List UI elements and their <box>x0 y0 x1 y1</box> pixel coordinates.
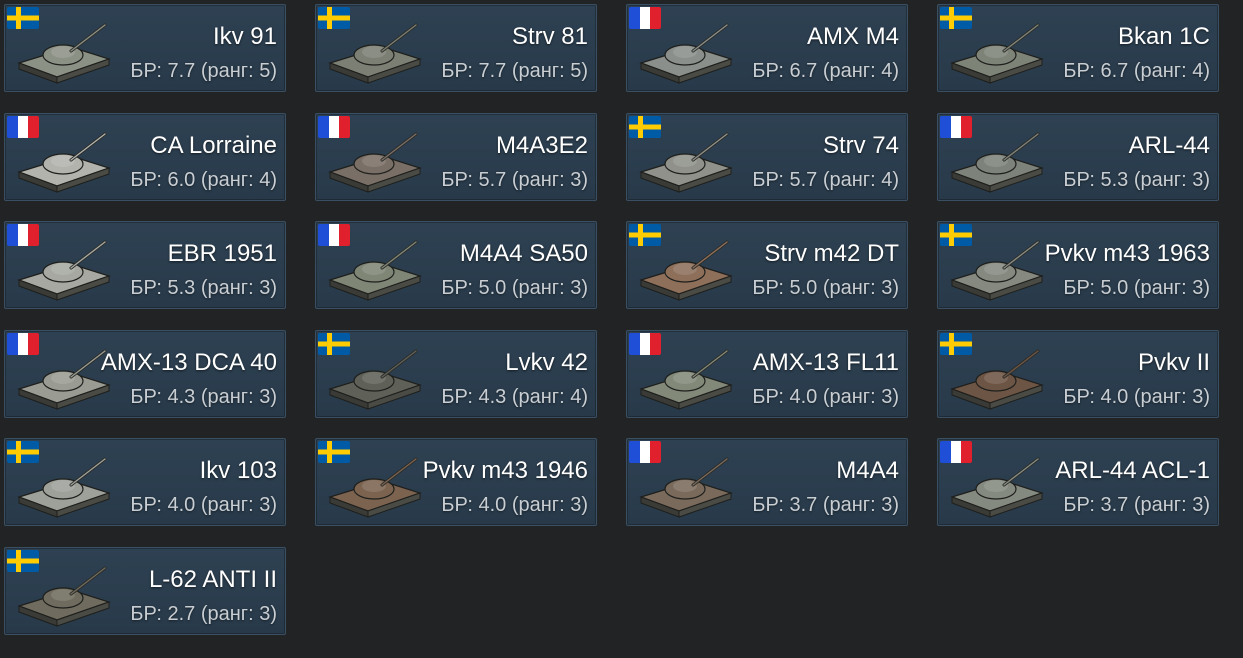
sweden-flag-icon <box>7 549 39 572</box>
vehicle-card[interactable]: M4A3E2 БР: 5.7 (ранг: 3) <box>315 112 597 201</box>
vehicle-card[interactable]: M4A4 БР: 3.7 (ранг: 3) <box>626 438 908 526</box>
vehicle-battle-rating: БР: 5.7 (ранг: 3) <box>441 168 588 191</box>
vehicle-name: M4A4 <box>836 457 899 484</box>
vehicle-name: Pvkv m43 1963 <box>1044 240 1210 267</box>
sweden-flag-icon <box>318 7 350 29</box>
vehicle-name: Pvkv II <box>1137 348 1210 376</box>
vehicle-name: AMX-13 FL11 <box>752 348 899 376</box>
vehicle-name: Strv 74 <box>822 131 899 159</box>
vehicle-battle-rating: БР: 4.0 (ранг: 3) <box>130 494 277 516</box>
vehicle-battle-rating: БР: 7.7 (ранг: 5) <box>130 60 277 82</box>
vehicle-battle-rating: БР: 5.3 (ранг: 3) <box>130 277 277 299</box>
vehicle-card[interactable]: Ikv 103 БР: 4.0 (ранг: 3) <box>4 438 286 526</box>
vehicle-battle-rating: БР: 6.0 (ранг: 4) <box>130 168 277 191</box>
vehicle-battle-rating: БР: 3.7 (ранг: 3) <box>1063 494 1210 516</box>
sweden-flag-icon <box>940 224 972 246</box>
vehicle-name: Bkan 1C <box>1117 23 1210 50</box>
vehicle-name: Strv m42 DT <box>764 240 899 267</box>
vehicle-battle-rating: БР: 7.7 (ранг: 5) <box>441 60 588 82</box>
vehicle-battle-rating: БР: 4.3 (ранг: 4) <box>441 385 588 408</box>
vehicle-name: Ikv 103 <box>199 457 277 484</box>
vehicle-card[interactable]: Strv 81 БР: 7.7 (ранг: 5) <box>315 4 597 92</box>
france-flag-icon <box>629 332 661 355</box>
sweden-flag-icon <box>940 7 972 29</box>
vehicle-card[interactable]: Lvkv 42 БР: 4.3 (ранг: 4) <box>315 329 597 418</box>
vehicle-card[interactable]: Bkan 1C БР: 6.7 (ранг: 4) <box>937 4 1219 92</box>
vehicle-card[interactable]: ARL-44 БР: 5.3 (ранг: 3) <box>937 112 1219 201</box>
vehicle-battle-rating: БР: 5.3 (ранг: 3) <box>1063 168 1210 191</box>
vehicle-name: AMX-13 DCA 40 <box>100 348 277 376</box>
france-flag-icon <box>629 7 661 29</box>
sweden-flag-icon <box>318 441 350 463</box>
france-flag-icon <box>7 115 39 138</box>
vehicle-card[interactable]: Strv 74 БР: 5.7 (ранг: 4) <box>626 112 908 201</box>
vehicle-battle-rating: БР: 5.0 (ранг: 3) <box>752 277 899 299</box>
vehicle-grid: Ikv 91 БР: 7.7 (ранг: 5) Strv 81 БР: 7.7 (р… <box>4 4 1243 658</box>
vehicle-battle-rating: БР: 4.0 (ранг: 3) <box>752 385 899 408</box>
sweden-flag-icon <box>940 332 972 355</box>
sweden-flag-icon <box>629 115 661 138</box>
vehicle-card[interactable]: Ikv 91 БР: 7.7 (ранг: 5) <box>4 4 286 92</box>
vehicle-card[interactable]: M4A4 SA50 БР: 5.0 (ранг: 3) <box>315 221 597 309</box>
vehicle-name: M4A3E2 <box>495 131 588 159</box>
france-flag-icon <box>940 441 972 463</box>
france-flag-icon <box>7 332 39 355</box>
vehicle-battle-rating: БР: 2.7 (ранг: 3) <box>130 602 277 625</box>
vehicle-name: M4A4 SA50 <box>459 240 588 267</box>
vehicle-name: Pvkv m43 1946 <box>422 457 588 484</box>
vehicle-name: ARL-44 ACL-1 <box>1055 457 1210 484</box>
sweden-flag-icon <box>7 441 39 463</box>
vehicle-name: CA Lorraine <box>150 131 277 159</box>
vehicle-battle-rating: БР: 6.7 (ранг: 4) <box>752 60 899 82</box>
vehicle-battle-rating: БР: 4.3 (ранг: 3) <box>130 385 277 408</box>
vehicle-battle-rating: БР: 5.7 (ранг: 4) <box>752 168 899 191</box>
vehicle-name: EBR 1951 <box>167 240 277 267</box>
vehicle-battle-rating: БР: 6.7 (ранг: 4) <box>1063 60 1210 82</box>
vehicle-card[interactable]: ARL-44 ACL-1 БР: 3.7 (ранг: 3) <box>937 438 1219 526</box>
vehicle-battle-rating: БР: 3.7 (ранг: 3) <box>752 494 899 516</box>
vehicle-card[interactable]: Pvkv m43 1946 БР: 4.0 (ранг: 3) <box>315 438 597 526</box>
france-flag-icon <box>7 224 39 246</box>
vehicle-battle-rating: БР: 5.0 (ранг: 3) <box>1063 277 1210 299</box>
vehicle-name: Lvkv 42 <box>505 348 588 376</box>
france-flag-icon <box>318 224 350 246</box>
vehicle-name: AMX M4 <box>806 23 899 50</box>
vehicle-card[interactable]: AMX-13 DCA 40 БР: 4.3 (ранг: 3) <box>4 329 286 418</box>
vehicle-card[interactable]: Pvkv II БР: 4.0 (ранг: 3) <box>937 329 1219 418</box>
vehicle-name: L-62 ANTI II <box>148 565 277 593</box>
vehicle-card[interactable]: L-62 ANTI II БР: 2.7 (ранг: 3) <box>4 546 286 635</box>
vehicle-card[interactable]: AMX-13 FL11 БР: 4.0 (ранг: 3) <box>626 329 908 418</box>
vehicle-name: ARL-44 <box>1128 131 1210 159</box>
vehicle-battle-rating: БР: 4.0 (ранг: 3) <box>441 494 588 516</box>
vehicle-name: Ikv 91 <box>212 23 277 50</box>
vehicle-name: Strv 81 <box>511 23 588 50</box>
vehicle-battle-rating: БР: 4.0 (ранг: 3) <box>1063 385 1210 408</box>
france-flag-icon <box>318 115 350 138</box>
vehicle-card[interactable]: Strv m42 DT БР: 5.0 (ранг: 3) <box>626 221 908 309</box>
sweden-flag-icon <box>318 332 350 355</box>
vehicle-battle-rating: БР: 5.0 (ранг: 3) <box>441 277 588 299</box>
vehicle-card[interactable]: EBR 1951 БР: 5.3 (ранг: 3) <box>4 221 286 309</box>
france-flag-icon <box>940 115 972 138</box>
sweden-flag-icon <box>7 7 39 29</box>
vehicle-card[interactable]: Pvkv m43 1963 БР: 5.0 (ранг: 3) <box>937 221 1219 309</box>
france-flag-icon <box>629 441 661 463</box>
vehicle-card[interactable]: AMX M4 БР: 6.7 (ранг: 4) <box>626 4 908 92</box>
sweden-flag-icon <box>629 224 661 246</box>
vehicle-card[interactable]: CA Lorraine БР: 6.0 (ранг: 4) <box>4 112 286 201</box>
